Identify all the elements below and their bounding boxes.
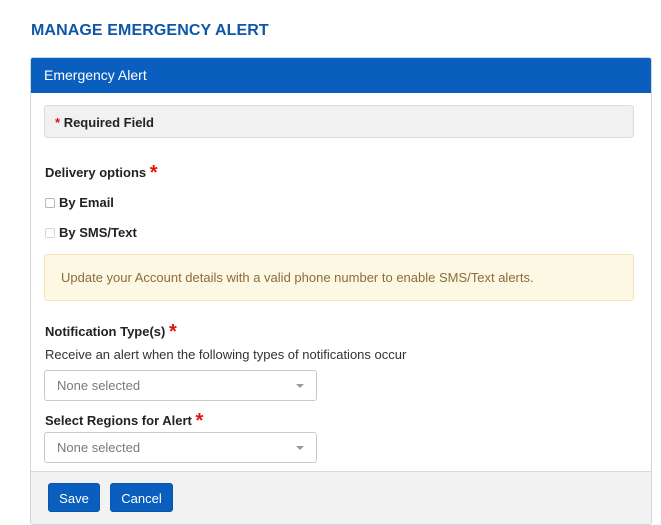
by-sms-option: By SMS/Text [45, 225, 137, 240]
by-email-checkbox[interactable] [45, 197, 55, 208]
panel-footer: Save Cancel [31, 471, 651, 524]
required-star-icon: * [195, 410, 204, 432]
page-title: MANAGE EMERGENCY ALERT [31, 22, 269, 39]
chevron-down-icon [296, 384, 304, 388]
emergency-alert-panel: Emergency Alert * Required Field Deliver… [30, 57, 652, 525]
regions-value: None selected [57, 440, 141, 455]
save-button[interactable]: Save [48, 483, 100, 512]
delivery-options-label: Delivery options * [45, 160, 158, 184]
notification-types-text: Notification Type(s) [45, 324, 166, 339]
cancel-button[interactable]: Cancel [110, 483, 173, 512]
required-star-icon: * [55, 115, 61, 130]
by-sms-label: By SMS/Text [59, 225, 137, 240]
regions-text: Select Regions for Alert [45, 413, 192, 428]
chevron-down-icon [296, 446, 304, 450]
required-field-label: Required Field [63, 115, 154, 130]
notification-types-label: Notification Type(s) * [45, 319, 177, 343]
required-star-icon: * [169, 321, 177, 343]
by-sms-checkbox [45, 227, 55, 238]
notification-types-select[interactable]: None selected [44, 370, 317, 401]
by-email-option[interactable]: By Email [45, 195, 114, 210]
notification-types-help: Receive an alert when the following type… [45, 347, 407, 362]
required-star-icon: * [149, 162, 158, 184]
notification-types-value: None selected [57, 378, 141, 393]
regions-label: Select Regions for Alert * [45, 408, 204, 432]
panel-header: Emergency Alert [31, 58, 651, 93]
regions-select[interactable]: None selected [44, 432, 317, 463]
by-email-label[interactable]: By Email [59, 195, 114, 210]
required-field-note: * Required Field [44, 105, 634, 138]
sms-warning-notice: Update your Account details with a valid… [44, 254, 634, 301]
delivery-options-text: Delivery options [45, 165, 147, 180]
